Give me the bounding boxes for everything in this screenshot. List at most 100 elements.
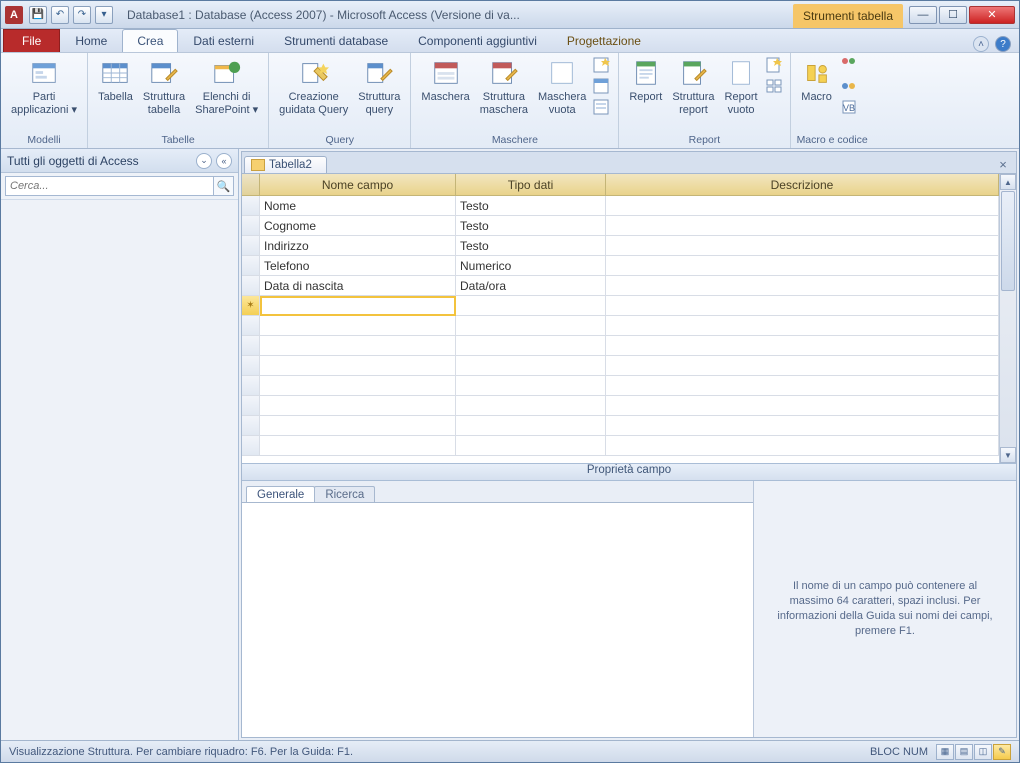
field-type-cell[interactable] (456, 436, 606, 456)
nav-dropdown-icon[interactable]: ⌄ (196, 153, 212, 169)
table-row[interactable] (242, 436, 999, 456)
field-name-cell[interactable] (260, 356, 456, 376)
field-type-cell[interactable] (456, 356, 606, 376)
design-view-button[interactable]: ✎ (993, 744, 1011, 760)
datasheet-view-button[interactable]: ▦ (936, 744, 954, 760)
field-desc-cell[interactable] (606, 336, 999, 356)
row-selector[interactable] (242, 356, 260, 376)
pivottable-view-button[interactable]: ▤ (955, 744, 973, 760)
help-icon[interactable]: ? (995, 36, 1011, 52)
qat-customize-icon[interactable]: ▾ (95, 6, 113, 24)
tab-strumenti-database[interactable]: Strumenti database (269, 29, 403, 52)
field-name-cell[interactable] (260, 416, 456, 436)
table-row[interactable] (242, 296, 999, 316)
tab-file[interactable]: File (3, 29, 60, 52)
field-type-cell[interactable]: Testo (456, 216, 606, 236)
maschera-vuota-button[interactable]: Maschera vuota (534, 55, 590, 118)
maximize-button[interactable]: ☐ (939, 6, 967, 24)
field-desc-cell[interactable] (606, 216, 999, 236)
search-icon[interactable]: 🔍 (214, 176, 234, 196)
labels-icon[interactable] (764, 76, 784, 96)
col-header-name[interactable]: Nome campo (260, 174, 456, 196)
vertical-scrollbar[interactable]: ▲ ▼ (999, 174, 1016, 463)
qat-save-icon[interactable]: 💾 (29, 6, 47, 24)
row-selector[interactable] (242, 416, 260, 436)
tab-home[interactable]: Home (60, 29, 122, 52)
field-desc-cell[interactable] (606, 376, 999, 396)
field-desc-cell[interactable] (606, 196, 999, 216)
table-row[interactable]: IndirizzoTesto (242, 236, 999, 256)
report-vuoto-button[interactable]: Report vuoto (721, 55, 762, 118)
creazione-guidata-query-button[interactable]: Creazione guidata Query (275, 55, 352, 118)
struttura-report-button[interactable]: Struttura report (668, 55, 718, 118)
scroll-up-icon[interactable]: ▲ (1000, 174, 1016, 190)
tab-componenti-aggiuntivi[interactable]: Componenti aggiuntivi (403, 29, 552, 52)
field-type-cell[interactable] (456, 316, 606, 336)
field-name-cell[interactable] (260, 316, 456, 336)
module-icon[interactable] (839, 55, 859, 75)
table-row[interactable] (242, 336, 999, 356)
field-desc-cell[interactable] (606, 276, 999, 296)
pivotchart-view-button[interactable]: ◫ (974, 744, 992, 760)
field-desc-cell[interactable] (606, 256, 999, 276)
field-desc-cell[interactable] (606, 416, 999, 436)
design-grid[interactable]: Nome campo Tipo dati Descrizione NomeTes… (242, 174, 999, 463)
report-wizard-icon[interactable] (764, 55, 784, 75)
field-name-cell[interactable] (260, 376, 456, 396)
table-row[interactable] (242, 396, 999, 416)
qat-redo-icon[interactable]: ↷ (73, 6, 91, 24)
field-type-cell[interactable] (456, 336, 606, 356)
tabella-button[interactable]: Tabella (94, 55, 137, 106)
field-type-cell[interactable]: Testo (456, 196, 606, 216)
table-row[interactable] (242, 416, 999, 436)
row-selector[interactable] (242, 256, 260, 276)
select-all-cell[interactable] (242, 174, 260, 196)
tab-crea[interactable]: Crea (122, 29, 178, 52)
scroll-thumb[interactable] (1001, 191, 1015, 291)
row-selector[interactable] (242, 216, 260, 236)
tab-progettazione[interactable]: Progettazione (552, 29, 656, 52)
field-desc-cell[interactable] (606, 236, 999, 256)
field-desc-cell[interactable] (606, 396, 999, 416)
visual-basic-icon[interactable]: VB (839, 97, 859, 117)
table-row[interactable] (242, 316, 999, 336)
property-grid[interactable] (242, 502, 753, 737)
search-input[interactable] (5, 176, 214, 196)
maschera-button[interactable]: Maschera (417, 55, 473, 106)
qat-undo-icon[interactable]: ↶ (51, 6, 69, 24)
field-desc-cell[interactable] (606, 436, 999, 456)
col-header-desc[interactable]: Descrizione (606, 174, 999, 196)
struttura-maschera-button[interactable]: Struttura maschera (476, 55, 532, 118)
row-selector[interactable] (242, 296, 260, 316)
tab-generale[interactable]: Generale (246, 486, 315, 503)
field-name-cell[interactable] (260, 296, 456, 316)
report-button[interactable]: Report (625, 55, 666, 106)
struttura-tabella-button[interactable]: Struttura tabella (139, 55, 189, 118)
field-type-cell[interactable] (456, 396, 606, 416)
table-row[interactable]: TelefonoNumerico (242, 256, 999, 276)
field-name-cell[interactable]: Cognome (260, 216, 456, 236)
field-type-cell[interactable] (456, 376, 606, 396)
tab-ricerca[interactable]: Ricerca (314, 486, 375, 503)
more-forms-icon[interactable] (592, 97, 612, 117)
close-button[interactable]: ✕ (969, 6, 1015, 24)
class-module-icon[interactable] (839, 76, 859, 96)
minimize-ribbon-icon[interactable]: ˄ (973, 36, 989, 52)
row-selector[interactable] (242, 336, 260, 356)
nav-collapse-icon[interactable]: « (216, 153, 232, 169)
row-selector[interactable] (242, 436, 260, 456)
row-selector[interactable] (242, 276, 260, 296)
table-row[interactable]: Data di nascitaData/ora (242, 276, 999, 296)
field-name-cell[interactable]: Nome (260, 196, 456, 216)
tab-dati-esterni[interactable]: Dati esterni (178, 29, 269, 52)
field-desc-cell[interactable] (606, 356, 999, 376)
field-desc-cell[interactable] (606, 296, 999, 316)
field-type-cell[interactable]: Data/ora (456, 276, 606, 296)
table-row[interactable] (242, 376, 999, 396)
row-selector[interactable] (242, 316, 260, 336)
table-row[interactable]: CognomeTesto (242, 216, 999, 236)
field-name-cell[interactable]: Telefono (260, 256, 456, 276)
row-selector[interactable] (242, 396, 260, 416)
table-row[interactable] (242, 356, 999, 376)
field-type-cell[interactable] (456, 296, 606, 316)
